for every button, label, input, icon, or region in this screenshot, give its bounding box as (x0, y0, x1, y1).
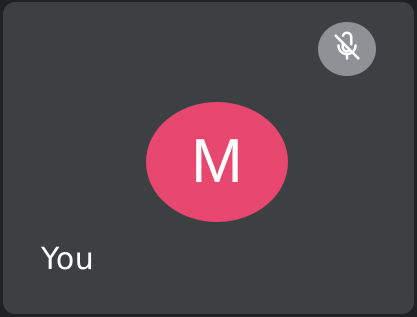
avatar-initial: M (191, 127, 243, 196)
participant-tile[interactable]: M You (3, 2, 414, 314)
mic-muted-indicator (318, 22, 376, 76)
avatar: M (146, 102, 288, 222)
mic-off-icon (330, 30, 364, 69)
participant-name: You (41, 242, 95, 277)
